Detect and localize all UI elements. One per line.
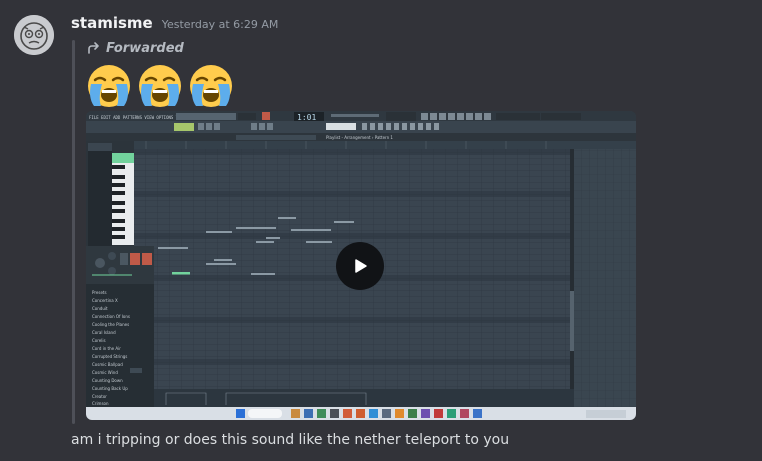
browser-item: Conduit: [92, 306, 108, 311]
forwarded-label: Forwarded: [87, 39, 184, 57]
browser-item: Creator: [92, 394, 107, 399]
browser-item: Corrupted Strings: [92, 354, 127, 359]
browser-item: Concertina X: [92, 298, 118, 303]
message-text: am i tripping or does this sound like th…: [71, 432, 510, 448]
browser-item: Coral Island: [92, 330, 116, 335]
browser-item: Cosmic Ballpad: [92, 362, 123, 367]
play-button[interactable]: [336, 242, 384, 290]
timestamp[interactable]: Yesterday at 6:29 AM: [162, 18, 279, 31]
username[interactable]: stamisme: [71, 14, 153, 32]
browser-item: Corelis: [92, 338, 106, 343]
loudly-crying-face-icon[interactable]: [187, 62, 235, 110]
avatar[interactable]: [14, 15, 54, 55]
forward-arrow-icon: [88, 42, 99, 54]
fl-playlist-title: Playlist - Arrangement › Pattern 1: [326, 135, 393, 140]
browser-item: Crimson: [92, 401, 109, 406]
forwarded-text: Forwarded: [106, 40, 184, 56]
fl-time-display: 1:01: [297, 113, 316, 122]
browser-item: Cooling the Planes: [92, 322, 129, 327]
message-header: stamisme Yesterday at 6:29 AM: [71, 14, 278, 34]
browser-item: Presets: [92, 290, 107, 295]
browser-item: Counting Down: [92, 378, 123, 383]
browser-item: Counting Back Up: [92, 386, 128, 391]
emoji-row: [85, 62, 235, 110]
loudly-crying-face-icon[interactable]: [136, 62, 184, 110]
browser-item: Cord in the Air: [92, 346, 121, 351]
browser-item: Connection Of Ions: [92, 314, 130, 319]
play-icon: [355, 259, 367, 273]
forward-quote-bar: [72, 40, 75, 424]
loudly-crying-face-icon[interactable]: [85, 62, 133, 110]
browser-item: Cosmic Wind: [92, 370, 118, 375]
